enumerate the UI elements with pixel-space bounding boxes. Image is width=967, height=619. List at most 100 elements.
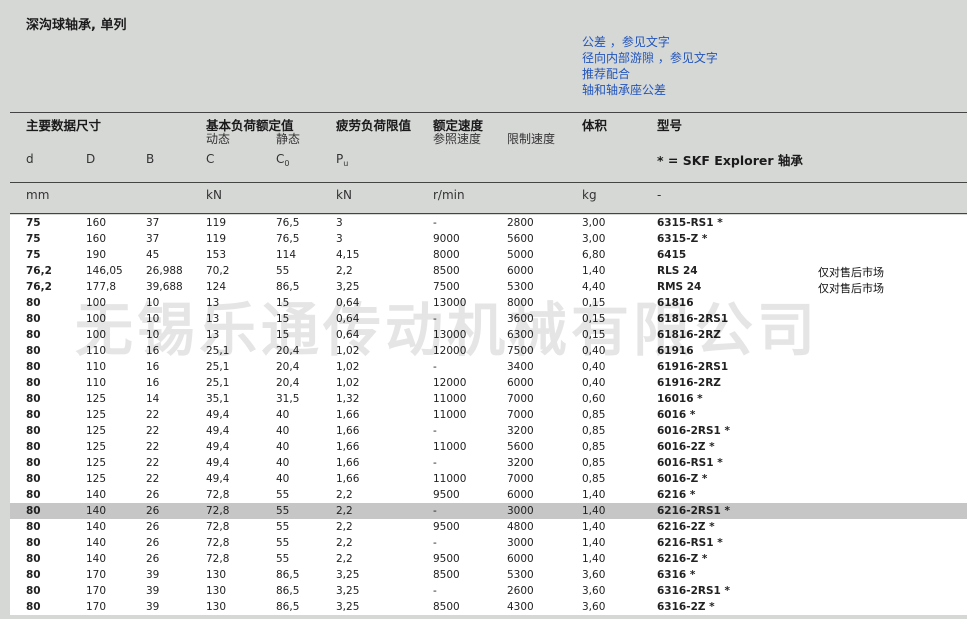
header-limiting-speed: 限制速度 [507, 132, 556, 146]
cell-d: 80 [26, 425, 41, 437]
cell-des[interactable]: 6216-Z * [657, 553, 707, 565]
link-radial-clearance[interactable]: 径向内部游隙 ，参见文字 [582, 50, 718, 66]
cell-des[interactable]: 6216 * [657, 489, 695, 501]
cell-d: 75 [26, 233, 41, 245]
link-recommended-fits[interactable]: 推荐配合 [582, 66, 718, 82]
cell-des[interactable]: 6216-RS1 * [657, 537, 723, 549]
cell-des[interactable]: 6016-2Z * [657, 441, 715, 453]
cell-des[interactable]: 6016-2RS1 * [657, 425, 730, 437]
table-row[interactable]: 80 140 26 72,8 55 2,2 9500 6000 1,40 6216 * [10, 487, 967, 503]
cell-lim: 4300 [507, 601, 534, 613]
cell-des[interactable]: 6315-RS1 * [657, 217, 723, 229]
cell-kg: 3,60 [582, 601, 606, 613]
cell-kg: 0,40 [582, 361, 606, 373]
cell-d: 170 [86, 585, 107, 597]
cell-kg: 3,60 [582, 585, 606, 597]
table-row[interactable]: 80 110 16 25,1 20,4 1,02 12000 7500 0,40 61916 [10, 343, 967, 359]
cell-des[interactable]: 61816 [657, 297, 694, 309]
cell-des[interactable]: 6016-RS1 * [657, 457, 723, 469]
cell-des[interactable]: 6316-2RS1 * [657, 585, 730, 597]
table-row[interactable]: 80 170 39 130 86,5 3,25 8500 5300 3,60 6316 * [10, 567, 967, 583]
cell-c0: 40 [276, 425, 290, 437]
cell-d: 140 [86, 537, 107, 549]
cell-d: 80 [26, 553, 41, 565]
cell-des[interactable]: 6216-2RS1 * [657, 505, 730, 517]
cell-des[interactable]: RMS 24 [657, 281, 701, 293]
table-row[interactable]: 80 125 22 49,4 40 1,66 11000 5600 0,85 6016-2Z * [10, 439, 967, 455]
bearing-table: 75 160 37 119 76,5 3 - 2800 3,00 6315-RS1 * 75 160 3… [10, 215, 967, 615]
cell-pu: 0,64 [336, 313, 360, 325]
table-row[interactable]: 80 140 26 72,8 55 2,2 - 3000 1,40 6216-2RS1 * [10, 503, 967, 519]
cell-des[interactable]: 16016 * [657, 393, 703, 405]
table-row[interactable]: 75 190 45 153 114 4,15 8000 5000 6,80 6415 [10, 247, 967, 263]
table-row[interactable]: 80 125 22 49,4 40 1,66 - 3200 0,85 6016-2RS1 * [10, 423, 967, 439]
table-row[interactable]: 80 140 26 72,8 55 2,2 - 3000 1,40 6216-RS1 * [10, 535, 967, 551]
table-row[interactable]: 80 125 22 49,4 40 1,66 11000 7000 0,85 6016 * [10, 407, 967, 423]
table-row[interactable]: 76,2 177,8 39,688 124 86,5 3,25 7500 5300 4,40 RM… [10, 279, 967, 295]
cell-ref: 12000 [433, 377, 467, 389]
cell-pu: 3 [336, 217, 343, 229]
cell-des[interactable]: 61916-2RZ [657, 377, 721, 389]
table-row[interactable]: 80 125 22 49,4 40 1,66 11000 7000 0,85 6016-Z * [10, 471, 967, 487]
cell-ref: 8500 [433, 265, 460, 277]
cell-b: 16 [146, 377, 160, 389]
cell-d: 170 [86, 601, 107, 613]
link-shaft-housing-tolerance[interactable]: 轴和轴承座公差 [582, 82, 718, 98]
table-row[interactable]: 80 170 39 130 86,5 3,25 8500 4300 3,60 6316-2Z * [10, 599, 967, 615]
cell-lim: 8000 [507, 297, 534, 309]
reference-links: 公差 ，参见文字 径向内部游隙 ，参见文字 推荐配合 轴和轴承座公差 [582, 34, 718, 98]
table-row[interactable]: 75 160 37 119 76,5 3 - 2800 3,00 6315-RS1 * [10, 215, 967, 231]
cell-c0: 86,5 [276, 585, 300, 597]
cell-d: 80 [26, 473, 41, 485]
cell-ref: 9500 [433, 521, 460, 533]
cell-lim: 6000 [507, 553, 534, 565]
cell-des[interactable]: 6316 * [657, 569, 695, 581]
cell-des[interactable]: 6315-Z * [657, 233, 707, 245]
cell-d: 80 [26, 409, 41, 421]
cell-pu: 2,2 [336, 521, 353, 533]
cell-ref: - [433, 313, 437, 325]
cell-d: 160 [86, 217, 107, 229]
cell-des[interactable]: RLS 24 [657, 265, 698, 277]
cell-des[interactable]: 61916 [657, 345, 694, 357]
cell-c0: 55 [276, 265, 290, 277]
table-row[interactable]: 80 140 26 72,8 55 2,2 9500 4800 1,40 6216-2Z * [10, 519, 967, 535]
cell-c0: 55 [276, 521, 290, 533]
cell-c: 13 [206, 313, 220, 325]
cell-d: 177,8 [86, 281, 117, 293]
cell-des[interactable]: 61816-2RZ [657, 329, 721, 341]
table-row[interactable]: 80 125 22 49,4 40 1,66 - 3200 0,85 6016-RS1 * [10, 455, 967, 471]
cell-des[interactable]: 61916-2RS1 [657, 361, 728, 373]
cell-des[interactable]: 6016 * [657, 409, 695, 421]
link-tolerance[interactable]: 公差 ，参见文字 [582, 34, 718, 50]
cell-kg: 0,85 [582, 457, 606, 469]
table-row[interactable]: 80 170 39 130 86,5 3,25 - 2600 3,60 6316-2RS1 * [10, 583, 967, 599]
cell-ref: 9500 [433, 489, 460, 501]
table-row[interactable]: 80 100 10 13 15 0,64 13000 6300 0,15 61816-2RZ [10, 327, 967, 343]
table-row[interactable]: 80 100 10 13 15 0,64 - 3600 0,15 61816-2RS1 [10, 311, 967, 327]
table-row[interactable]: 80 140 26 72,8 55 2,2 9500 6000 1,40 6216-Z * [10, 551, 967, 567]
table-row[interactable]: 80 110 16 25,1 20,4 1,02 - 3400 0,40 61916-2RS1 [10, 359, 967, 375]
cell-des[interactable]: 6216-2Z * [657, 521, 715, 533]
cell-c: 72,8 [206, 489, 230, 501]
table-row[interactable]: 80 125 14 35,1 31,5 1,32 11000 7000 0,60 16016 * [10, 391, 967, 407]
cell-ref: - [433, 537, 437, 549]
cell-lim: 3600 [507, 313, 534, 325]
table-row[interactable]: 75 160 37 119 76,5 3 9000 5600 3,00 6315-Z * [10, 231, 967, 247]
table-row[interactable]: 76,2 146,05 26,988 70,2 55 2,2 8500 6000 1,40 RLS… [10, 263, 967, 279]
cell-pu: 1,66 [336, 425, 360, 437]
cell-des[interactable]: 6316-2Z * [657, 601, 715, 613]
cell-des[interactable]: 6016-Z * [657, 473, 707, 485]
cell-kg: 4,40 [582, 281, 606, 293]
cell-des[interactable]: 6415 [657, 249, 686, 261]
cell-kg: 3,00 [582, 233, 606, 245]
table-row[interactable]: 80 100 10 13 15 0,64 13000 8000 0,15 61816 [10, 295, 967, 311]
cell-ref: 11000 [433, 393, 467, 405]
cell-d: 80 [26, 313, 41, 325]
cell-lim: 5300 [507, 569, 534, 581]
cell-c: 70,2 [206, 265, 230, 277]
cell-des[interactable]: 61816-2RS1 [657, 313, 728, 325]
cell-pu: 1,66 [336, 457, 360, 469]
table-row[interactable]: 80 110 16 25,1 20,4 1,02 12000 6000 0,40 61916-2R… [10, 375, 967, 391]
cell-c: 119 [206, 217, 227, 229]
